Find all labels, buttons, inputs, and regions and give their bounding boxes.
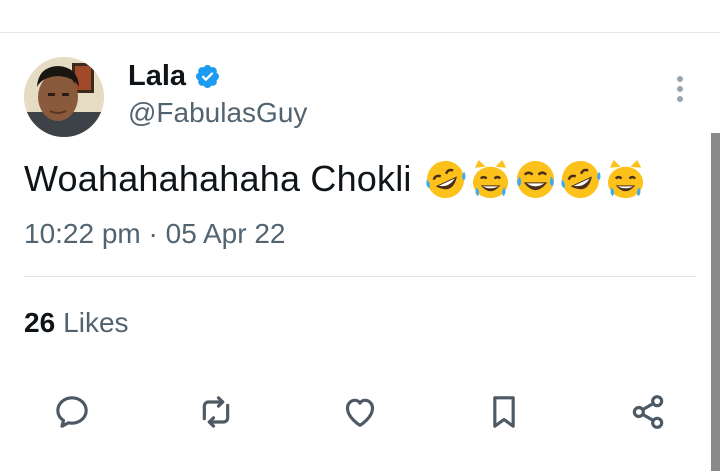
reply-button[interactable] [50, 390, 94, 434]
grinning-cat-icon [607, 159, 643, 198]
top-divider [0, 32, 720, 33]
likes-label: Likes [63, 307, 129, 338]
verified-badge-icon[interactable] [194, 63, 221, 90]
bookmark-button[interactable] [482, 390, 526, 434]
likes-count: 26 [24, 307, 56, 338]
like-icon [345, 398, 375, 427]
like-button[interactable] [338, 390, 382, 434]
rolling-on-floor-laughing-icon [560, 160, 601, 198]
scrollbar[interactable] [711, 133, 720, 471]
author-display-name[interactable]: Lala [128, 58, 186, 94]
avatar[interactable] [24, 57, 104, 137]
bookmark-icon [493, 396, 515, 428]
more-options-icon[interactable] [668, 74, 692, 104]
likes-summary[interactable]: 26 Likes [24, 305, 129, 341]
face-with-tears-of-joy-icon [516, 160, 554, 198]
share-button[interactable] [626, 390, 670, 434]
reply-icon [56, 396, 88, 428]
tweet-timestamp[interactable]: 10:22 pm · 05 Apr 22 [24, 216, 286, 252]
grinning-cat-icon [472, 159, 508, 198]
divider [24, 276, 696, 277]
retweet-icon [202, 396, 230, 428]
author-handle[interactable]: @FabulasGuy [128, 96, 307, 130]
emoji-group [424, 158, 647, 201]
retweet-button[interactable] [194, 390, 238, 434]
rolling-on-floor-laughing-icon [425, 160, 466, 198]
tweet-text: Woahahahahaha Chokli [24, 158, 412, 199]
share-icon [632, 395, 664, 429]
tweet-body: Woahahahahaha Chokli [24, 154, 647, 204]
avatar-image [24, 57, 104, 137]
